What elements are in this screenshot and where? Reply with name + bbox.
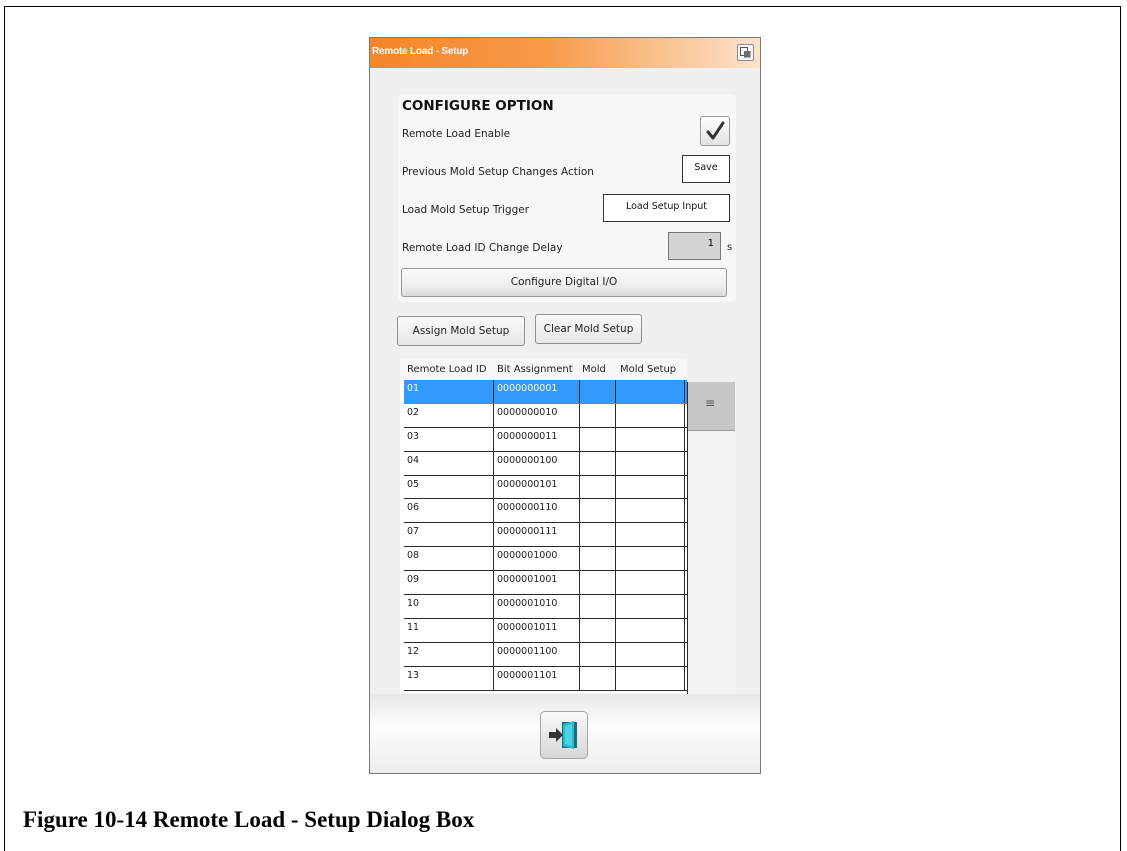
table-cell-id: 08 [404,547,494,571]
table-cell-setup [616,427,685,451]
id-change-delay-field[interactable]: 1 [668,232,721,260]
table-row[interactable]: 09 0000001001 [404,571,687,596]
table-row[interactable]: 02 0000000010 [404,403,687,428]
table-cell-setup [616,595,685,618]
table-cell-setup [616,642,685,666]
table-row[interactable]: 01 0000000001 [404,380,687,404]
column-header-remote-load-id[interactable]: Remote Load ID [407,364,487,375]
table-row[interactable]: 04 0000000100 [404,451,687,476]
table-cell-id: 10 [404,595,494,618]
column-header-bit-assignment[interactable]: Bit Assignment [497,364,573,375]
table-cell-mold [580,403,616,427]
dialog-title: Remote Load - Setup [372,46,469,57]
load-trigger-label: Load Mold Setup Trigger [402,204,530,216]
table-cell-id: 12 [404,642,494,666]
clear-mold-setup-button[interactable]: Clear Mold Setup [535,314,642,344]
configure-option-panel: CONFIGURE OPTION Remote Load Enable Prev… [398,94,736,302]
table-cell-bits: 0000001010 [494,595,580,618]
table-cell-id: 07 [404,523,494,547]
table-cell-mold [580,571,616,595]
table-cell-mold [580,380,616,403]
table-cell-id: 11 [404,618,494,642]
table-cell-id: 01 [404,380,494,403]
table-cell-setup [616,499,685,523]
table-cell-mold [580,451,616,475]
remote-load-enable-checkbox[interactable] [700,116,730,146]
table-scrollbar[interactable]: ≡ [687,382,736,694]
table-cell-setup [616,547,685,571]
table-cell-mold [580,642,616,666]
table-cell-bits: 0000000011 [494,427,580,451]
previous-changes-action-field[interactable]: Save [682,155,730,183]
table-cell-bits: 0000000101 [494,475,580,499]
table-cell-bits: 0000000111 [494,523,580,547]
table-cell-bits: 0000001100 [494,642,580,666]
table-cell-setup [616,618,685,642]
table-cell-bits: 0000000110 [494,499,580,523]
table-cell-mold [580,547,616,571]
table-row[interactable]: 12 0000001100 [404,642,687,667]
table-row[interactable]: 06 0000000110 [404,499,687,524]
table-row[interactable]: 03 0000000011 [404,427,687,452]
table-cell-setup [616,451,685,475]
table-cell-bits: 0000001000 [494,547,580,571]
table-cell-mold [580,595,616,618]
table-cell-id: 04 [404,451,494,475]
table-row[interactable]: 13 0000001101 [404,666,687,691]
table-header: Remote Load ID Bit Assignment Mold Mold … [400,358,687,380]
table-row[interactable]: 08 0000001000 [404,547,687,572]
table-cell-setup [616,380,685,403]
table-cell-bits: 0000000010 [494,403,580,427]
table-cell-setup [616,571,685,595]
remote-load-setup-dialog: Remote Load - Setup CONFIGURE OPTION Rem… [369,37,761,774]
table-cell-setup [616,403,685,427]
configure-digital-io-button[interactable]: Configure Digital I/O [401,268,727,297]
remote-load-enable-label: Remote Load Enable [402,128,511,140]
column-header-mold[interactable]: Mold [582,364,606,375]
table-cell-id: 02 [404,403,494,427]
figure-caption: Figure 10-14 Remote Load - Setup Dialog … [23,807,475,832]
table-row[interactable]: 05 0000000101 [404,475,687,500]
table-cell-bits: 0000000001 [494,380,580,403]
checkmark-icon [706,121,725,140]
table-cell-mold [580,499,616,523]
table-row[interactable]: 11 0000001011 [404,618,687,643]
table-cell-setup [616,666,685,690]
table-cell-bits: 0000001001 [494,571,580,595]
table-cell-setup [616,523,685,547]
table-cell-id: 03 [404,427,494,451]
table-body: 01 0000000001 02 0000000010 03 0000000011 04 00… [404,380,687,691]
table-row[interactable]: 07 0000000111 [404,523,687,548]
load-trigger-field[interactable]: Load Setup Input [603,194,730,222]
table-cell-mold [580,523,616,547]
table-row[interactable]: 10 0000001010 [404,595,687,619]
table-cell-bits: 0000001011 [494,618,580,642]
table-cell-id: 09 [404,571,494,595]
table-cell-setup [616,475,685,499]
table-cell-id: 06 [404,499,494,523]
table-cell-mold [580,427,616,451]
table-cell-id: 13 [404,666,494,690]
scroll-grip-icon: ≡ [705,396,716,410]
id-change-delay-label: Remote Load ID Change Delay [402,242,563,254]
scrollbar-thumb[interactable]: ≡ [688,382,735,431]
table-cell-bits: 0000001101 [494,666,580,690]
table-cell-id: 05 [404,475,494,499]
table-cell-bits: 0000000100 [494,451,580,475]
column-header-mold-setup[interactable]: Mold Setup [620,364,676,375]
table-cell-mold [580,475,616,499]
section-title: CONFIGURE OPTION [402,98,554,114]
table-cell-mold [580,618,616,642]
remote-load-table: Remote Load ID Bit Assignment Mold Mold … [400,358,687,694]
window-restore-icon[interactable] [737,44,754,61]
delay-unit-label: s [727,242,733,253]
table-cell-mold [580,666,616,690]
title-bar: Remote Load - Setup [370,38,760,68]
previous-changes-label: Previous Mold Setup Changes Action [402,166,594,178]
exit-door-icon[interactable] [540,711,588,759]
assign-mold-setup-button[interactable]: Assign Mold Setup [397,316,525,346]
